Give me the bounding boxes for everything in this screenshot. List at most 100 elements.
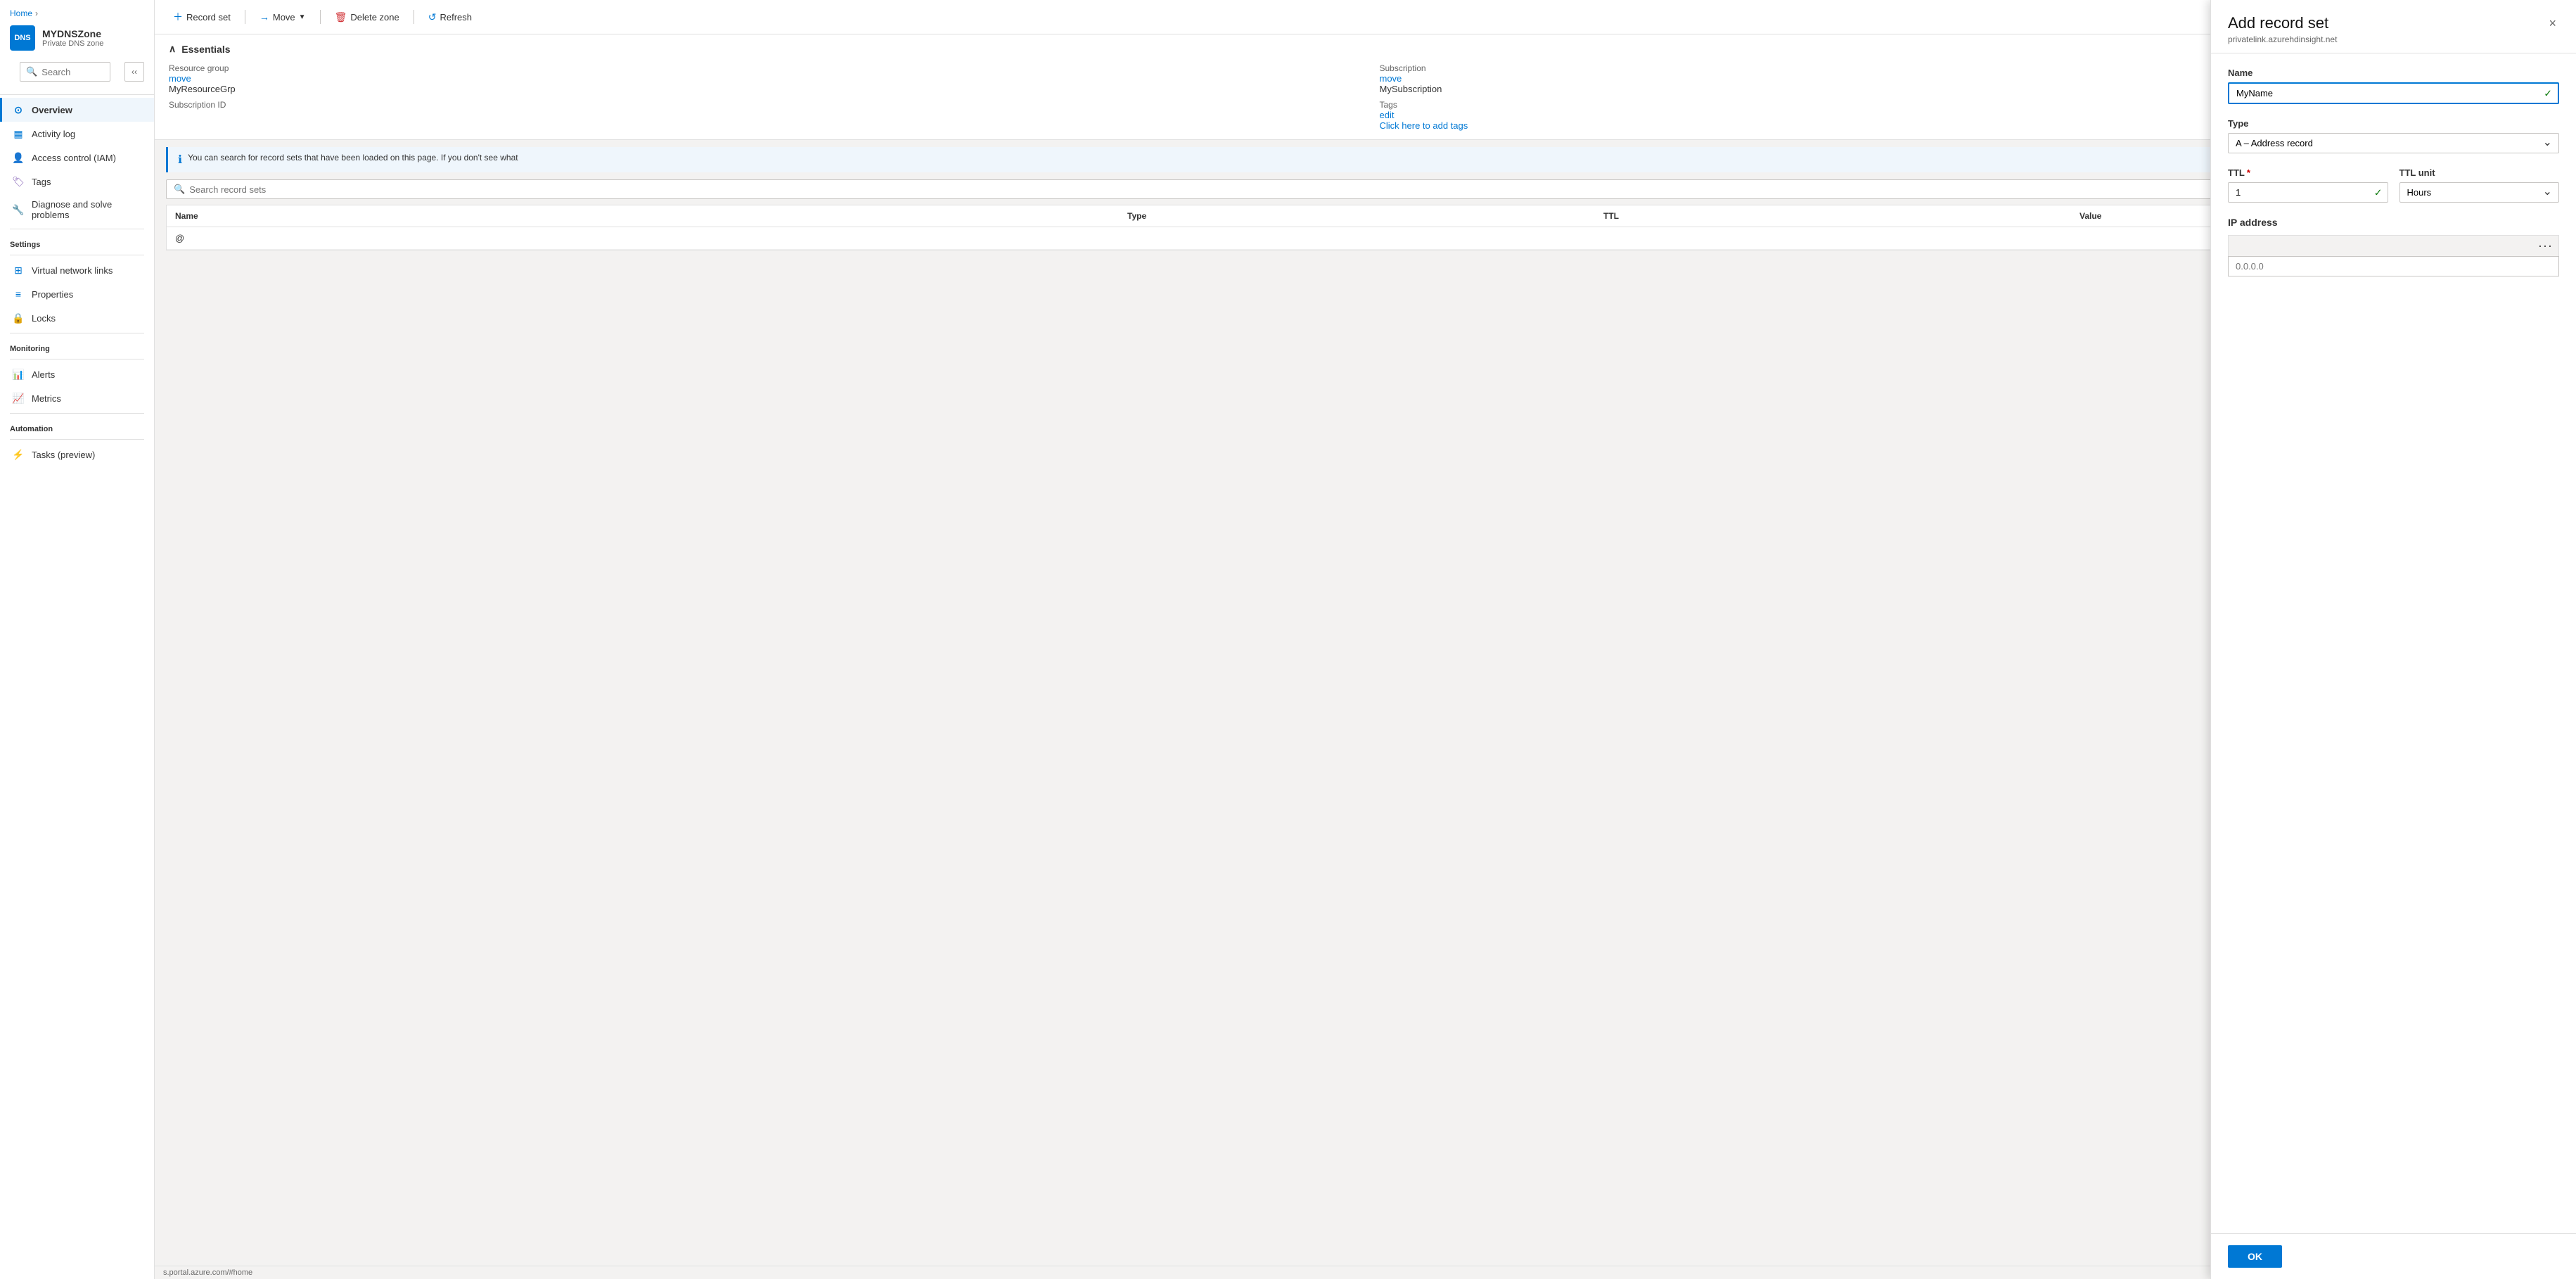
name-input[interactable] [2228, 82, 2559, 104]
plus-icon: ＋ [173, 10, 183, 24]
breadcrumb-arrow: › [35, 8, 38, 18]
record-set-button[interactable]: ＋ Record set [166, 6, 238, 28]
delete-icon: 🗑 [335, 11, 347, 23]
ttl-input[interactable] [2228, 182, 2388, 203]
refresh-button[interactable]: ↺ Refresh [421, 7, 479, 27]
ttl-row: TTL* ✓ TTL unit Seconds Minutes Hours Da… [2228, 167, 2559, 217]
ttl-unit-select-wrapper: Seconds Minutes Hours Days [2399, 182, 2560, 203]
sidebar-item-metrics-label: Metrics [32, 393, 61, 404]
subscription-id-item: Subscription ID [169, 100, 1352, 131]
essentials-title: Essentials [181, 44, 230, 55]
ttl-input-wrapper: ✓ [2228, 182, 2388, 203]
subscription-move-link[interactable]: move [1380, 73, 1402, 84]
search-records-box: 🔍 [166, 179, 2565, 199]
row-type [1127, 233, 1603, 243]
panel-title: Add record set [2228, 14, 2337, 32]
essentials-grid: Resource group move MyResourceGrp Subscr… [169, 63, 2562, 131]
resource-group-item: Resource group move MyResourceGrp [169, 63, 1352, 94]
sidebar-item-tags[interactable]: 🏷 Tags [0, 170, 154, 193]
sidebar-item-diagnose[interactable]: 🔧 Diagnose and solve problems [0, 193, 154, 226]
sidebar-item-activity-log-label: Activity log [32, 129, 75, 139]
info-banner: ℹ You can search for record sets that ha… [166, 147, 2565, 172]
ip-input[interactable] [2228, 256, 2559, 276]
nav-items: ⊙ Overview ▦ Activity log 👤 Access contr… [0, 95, 154, 469]
col-type: Type [1127, 211, 1603, 221]
delete-zone-button[interactable]: 🗑 Delete zone [328, 7, 406, 27]
info-icon: ℹ [178, 153, 182, 167]
profile-info: MYDNSZone Private DNS zone [42, 28, 103, 48]
ttl-field-label: TTL* [2228, 167, 2388, 178]
sidebar-item-activity-log[interactable]: ▦ Activity log [0, 122, 154, 146]
sidebar-search-input[interactable] [41, 67, 104, 77]
locks-icon: 🔒 [12, 312, 25, 324]
ip-field-group: IP address ··· [2228, 217, 2559, 276]
sidebar-item-locks[interactable]: 🔒 Locks [0, 306, 154, 330]
monitoring-section-label: Monitoring [0, 336, 154, 356]
avatar: DNS [10, 25, 35, 51]
type-field-group: Type A – Address record AAAA – IPv6 addr… [2228, 118, 2559, 153]
breadcrumb[interactable]: Home › [10, 8, 144, 18]
ttl-check-icon: ✓ [2374, 186, 2383, 198]
ok-button[interactable]: OK [2228, 1245, 2282, 1268]
profile-subtitle: Private DNS zone [42, 39, 103, 48]
ttl-field-group: TTL* ✓ [2228, 167, 2388, 203]
panel-close-button[interactable]: × [2546, 14, 2559, 32]
sidebar-item-diagnose-label: Diagnose and solve problems [32, 199, 144, 220]
panel-subtitle: privatelink.azurehdinsight.net [2228, 34, 2337, 44]
panel-title-group: Add record set privatelink.azurehdinsigh… [2228, 14, 2337, 44]
type-select[interactable]: A – Address record AAAA – IPv6 address r… [2228, 133, 2559, 153]
sidebar-item-metrics[interactable]: 📈 Metrics [0, 386, 154, 410]
sidebar-item-tags-label: Tags [32, 177, 51, 187]
sidebar-item-tasks-label: Tasks (preview) [32, 450, 95, 460]
tags-add-link[interactable]: Click here to add tags [1380, 120, 1468, 131]
home-link[interactable]: Home [10, 8, 32, 18]
alerts-icon: 📊 [12, 368, 25, 381]
resource-group-label: Resource group [169, 63, 1352, 73]
panel-footer: OK [2211, 1233, 2576, 1279]
search-records-input[interactable] [189, 184, 2557, 195]
type-field-label: Type [2228, 118, 2559, 129]
dns-profile: DNS MYDNSZone Private DNS zone [10, 25, 144, 51]
type-select-wrapper: A – Address record AAAA – IPv6 address r… [2228, 133, 2559, 153]
sidebar-item-overview[interactable]: ⊙ Overview [0, 98, 154, 122]
table-row[interactable]: @ [167, 227, 2564, 250]
name-input-wrapper: ✓ [2228, 82, 2559, 104]
sidebar-item-tasks[interactable]: ⚡ Tasks (preview) [0, 443, 154, 466]
col-ttl: TTL [1603, 211, 2080, 221]
metrics-icon: 📈 [12, 392, 25, 405]
settings-section-label: Settings [0, 232, 154, 252]
name-field-label: Name [2228, 68, 2559, 78]
move-icon: → [259, 11, 269, 23]
search-icon: 🔍 [26, 66, 37, 77]
resource-group-move-link[interactable]: move [169, 73, 191, 84]
panel-header: Add record set privatelink.azurehdinsigh… [2211, 0, 2576, 53]
add-record-set-panel: Add record set privatelink.azurehdinsigh… [2210, 0, 2576, 1279]
sidebar-item-access-control[interactable]: 👤 Access control (IAM) [0, 146, 154, 170]
profile-name: MYDNSZone [42, 28, 103, 39]
sidebar-header: Home › DNS MYDNSZone Private DNS zone 🔍 … [0, 0, 154, 95]
sidebar-item-virtual-network[interactable]: ⊞ Virtual network links [0, 258, 154, 282]
row-name: @ [175, 233, 1127, 243]
ip-more-button[interactable]: ··· [2538, 238, 2553, 253]
virtual-network-icon: ⊞ [12, 264, 25, 276]
collapse-button[interactable]: ‹‹ [124, 62, 144, 82]
sidebar-item-locks-label: Locks [32, 313, 56, 324]
overview-icon: ⊙ [12, 103, 25, 116]
tags-edit-link[interactable]: edit [1380, 110, 1395, 120]
sidebar-item-properties[interactable]: ≡ Properties [0, 282, 154, 306]
move-dropdown-icon: ▼ [299, 13, 306, 21]
tasks-icon: ⚡ [12, 448, 25, 461]
name-check-icon: ✓ [2544, 87, 2552, 99]
tags-icon: 🏷 [12, 175, 25, 188]
ttl-unit-select[interactable]: Seconds Minutes Hours Days [2399, 182, 2560, 203]
ip-toolbar: ··· [2228, 235, 2559, 256]
properties-icon: ≡ [12, 288, 25, 300]
activity-log-icon: ▦ [12, 127, 25, 140]
sidebar-item-overview-label: Overview [32, 105, 72, 115]
sidebar-item-alerts[interactable]: 📊 Alerts [0, 362, 154, 386]
panel-body: Name ✓ Type A – Address record AAAA – IP… [2211, 53, 2576, 1233]
info-text: You can search for record sets that have… [188, 153, 518, 163]
search-records-icon: 🔍 [174, 184, 185, 195]
essentials-header[interactable]: ∧ Essentials [169, 43, 2562, 55]
move-button[interactable]: → Move ▼ [252, 7, 313, 27]
